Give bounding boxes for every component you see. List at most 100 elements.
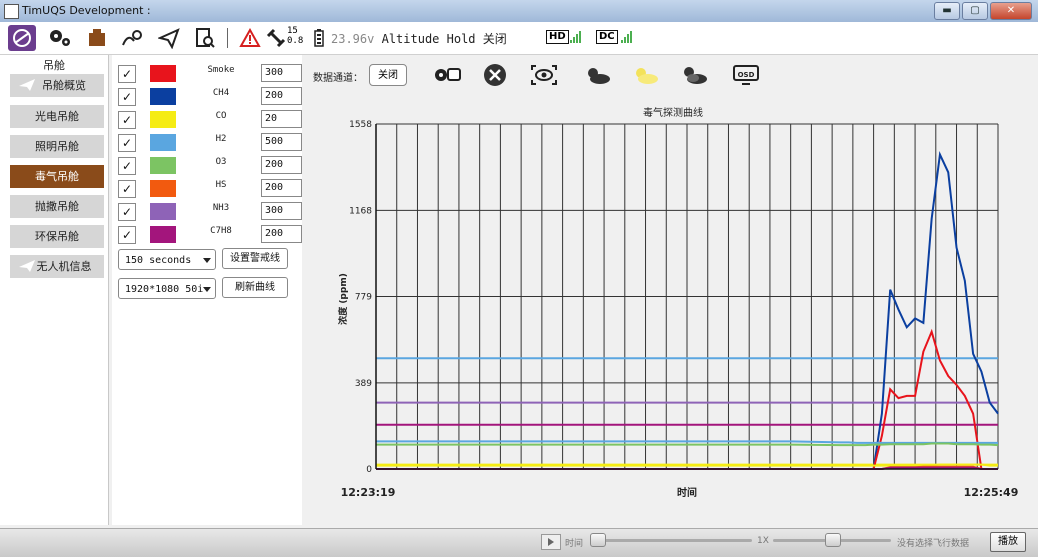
sidebar-item-label: 毒气吊舱 bbox=[35, 170, 79, 183]
maximize-button[interactable]: ▢ bbox=[962, 2, 988, 20]
battery-icon bbox=[314, 29, 324, 47]
sidebar-item-gas-pod[interactable]: 毒气吊舱 bbox=[10, 165, 104, 188]
gas-checkbox[interactable]: ✓ bbox=[118, 157, 136, 175]
gas-color-swatch[interactable] bbox=[150, 157, 176, 174]
log-search-button[interactable] bbox=[191, 25, 219, 51]
osd-button[interactable]: OSD bbox=[729, 62, 763, 88]
gas-color-swatch[interactable] bbox=[150, 134, 176, 151]
gas-threshold-input[interactable]: 200 bbox=[261, 225, 302, 243]
speed-slider-thumb[interactable] bbox=[825, 533, 841, 547]
dc-signal-icon bbox=[621, 31, 632, 43]
sidebar-item-drone-info[interactable]: 无人机信息 bbox=[10, 255, 104, 278]
logo-button[interactable] bbox=[8, 25, 36, 51]
gas-color-swatch[interactable] bbox=[150, 180, 176, 197]
gas-checkbox[interactable]: ✓ bbox=[118, 88, 136, 106]
chart-grid bbox=[376, 123, 999, 469]
gas-threshold-input[interactable]: 200 bbox=[261, 179, 302, 197]
app-icon bbox=[4, 4, 19, 19]
plane-icon bbox=[19, 79, 35, 91]
document-search-icon bbox=[196, 28, 215, 48]
logo-icon bbox=[13, 29, 31, 47]
gas-name: NH3 bbox=[212, 203, 230, 213]
resolution-value: 1920*1080 50i bbox=[125, 284, 204, 295]
sidebar-item-environment-pod[interactable]: 环保吊舱 bbox=[10, 225, 104, 248]
gas-checkbox[interactable]: ✓ bbox=[118, 203, 136, 221]
toolbar-separator bbox=[227, 28, 228, 48]
dc-badge: DC bbox=[596, 30, 618, 44]
gas-threshold-input[interactable]: 200 bbox=[261, 156, 302, 174]
y-tick-label: 389 bbox=[355, 379, 372, 389]
gas-color-swatch[interactable] bbox=[150, 111, 176, 128]
flight-status: 23.96v Altitude Hold 关闭 bbox=[331, 30, 507, 47]
hd-badge: HD bbox=[546, 30, 569, 44]
minimize-button[interactable]: ▬ bbox=[934, 2, 960, 20]
set-alarm-button[interactable]: 设置警戒线 bbox=[222, 248, 288, 269]
send-button[interactable] bbox=[155, 25, 183, 51]
sidebar-item-label: 吊舱概览 bbox=[42, 79, 86, 92]
data-channel-toggle-button[interactable]: 关闭 bbox=[369, 64, 407, 86]
sidebar-item-pod-overview[interactable]: 吊舱概览 bbox=[10, 74, 104, 97]
gas-checkbox[interactable]: ✓ bbox=[118, 180, 136, 198]
weather-bright-button[interactable] bbox=[628, 62, 662, 88]
refresh-curve-button[interactable]: 刷新曲线 bbox=[222, 277, 288, 298]
time-label: 时间 bbox=[565, 539, 584, 549]
y-tick-label: 1558 bbox=[349, 120, 372, 130]
gas-threshold-input[interactable]: 200 bbox=[261, 87, 302, 105]
sidebar-item-lighting-pod[interactable]: 照明吊舱 bbox=[10, 135, 104, 158]
gas-color-swatch[interactable] bbox=[150, 226, 176, 243]
close-channel-button[interactable] bbox=[478, 62, 512, 88]
warning-button[interactable] bbox=[236, 25, 264, 51]
sidebar-item-eo-pod[interactable]: 光电吊舱 bbox=[10, 105, 104, 128]
sidebar-item-label: 光电吊舱 bbox=[35, 110, 79, 123]
plane-icon bbox=[19, 260, 35, 272]
settings-button[interactable] bbox=[46, 25, 74, 51]
weather-day-button[interactable] bbox=[580, 62, 614, 88]
gas-threshold-input[interactable]: 300 bbox=[261, 64, 302, 82]
gas-checkbox[interactable]: ✓ bbox=[118, 65, 136, 83]
pod-button[interactable] bbox=[83, 25, 111, 51]
chart-x-end-label: 12:25:49 bbox=[964, 486, 1019, 499]
gas-threshold-input[interactable]: 300 bbox=[261, 202, 302, 220]
view-button[interactable] bbox=[527, 62, 561, 88]
play-icon[interactable] bbox=[541, 534, 561, 550]
time-slider-thumb[interactable] bbox=[590, 533, 606, 547]
gas-concentration-chart: 毒气探测曲线 浓度 (ppm) 时间 12:23:19 12:25:49 0 38… bbox=[337, 106, 1019, 499]
duration-select[interactable]: 150 seconds bbox=[118, 249, 216, 270]
gas-checkbox[interactable]: ✓ bbox=[118, 134, 136, 152]
gas-checkbox[interactable]: ✓ bbox=[118, 226, 136, 244]
waypoint-button[interactable] bbox=[118, 25, 146, 51]
video-camera-icon bbox=[435, 68, 461, 81]
battery-status bbox=[310, 25, 328, 51]
pod-sidebar: 吊舱 吊舱概览 光电吊舱 照明吊舱 毒气吊舱 抛撒吊舱 环保吊舱 无人机信息 bbox=[0, 55, 109, 525]
series-line bbox=[376, 463, 998, 467]
camera-button[interactable] bbox=[431, 62, 465, 88]
chart-x-axis-label: 时间 bbox=[677, 486, 697, 499]
osd-monitor-icon: OSD bbox=[733, 65, 759, 85]
altitude-hold-state: 关闭 bbox=[482, 32, 507, 46]
time-slider[interactable] bbox=[590, 539, 752, 542]
gas-name: H2 bbox=[215, 134, 227, 144]
gas-color-swatch[interactable] bbox=[150, 88, 176, 105]
gas-color-swatch[interactable] bbox=[150, 65, 176, 82]
pod-icon bbox=[89, 29, 105, 46]
sun-cloud-icon bbox=[588, 68, 610, 84]
svg-text:OSD: OSD bbox=[738, 71, 755, 79]
gas-threshold-input[interactable]: 500 bbox=[261, 133, 302, 151]
sidebar-item-drop-pod[interactable]: 抛撒吊舱 bbox=[10, 195, 104, 218]
chart-x-start-label: 12:23:19 bbox=[341, 486, 396, 499]
satellite-count: 15 bbox=[287, 26, 298, 36]
gas-color-swatch[interactable] bbox=[150, 203, 176, 220]
gas-checkbox[interactable]: ✓ bbox=[118, 111, 136, 129]
chart-title: 毒气探测曲线 bbox=[643, 106, 703, 119]
gas-threshold-input[interactable]: 20 bbox=[261, 110, 302, 128]
close-button[interactable]: ✕ bbox=[990, 2, 1032, 20]
weather-cloudy-button[interactable] bbox=[677, 62, 711, 88]
playback-bar: 时间 1X 没有选择飞行数据 播放 bbox=[0, 528, 1038, 557]
toolbar: 15 0.8 23.96v Altitude Hold 关闭 HD DC bbox=[0, 22, 1038, 55]
chart-y-axis-label: 浓度 (ppm) bbox=[337, 273, 349, 325]
resolution-select[interactable]: 1920*1080 50i bbox=[118, 278, 216, 299]
gas-name: CH4 bbox=[212, 88, 230, 98]
paper-plane-icon bbox=[158, 28, 180, 49]
altitude-hold-label: Altitude Hold bbox=[381, 32, 476, 46]
play-button[interactable]: 播放 bbox=[990, 532, 1026, 552]
